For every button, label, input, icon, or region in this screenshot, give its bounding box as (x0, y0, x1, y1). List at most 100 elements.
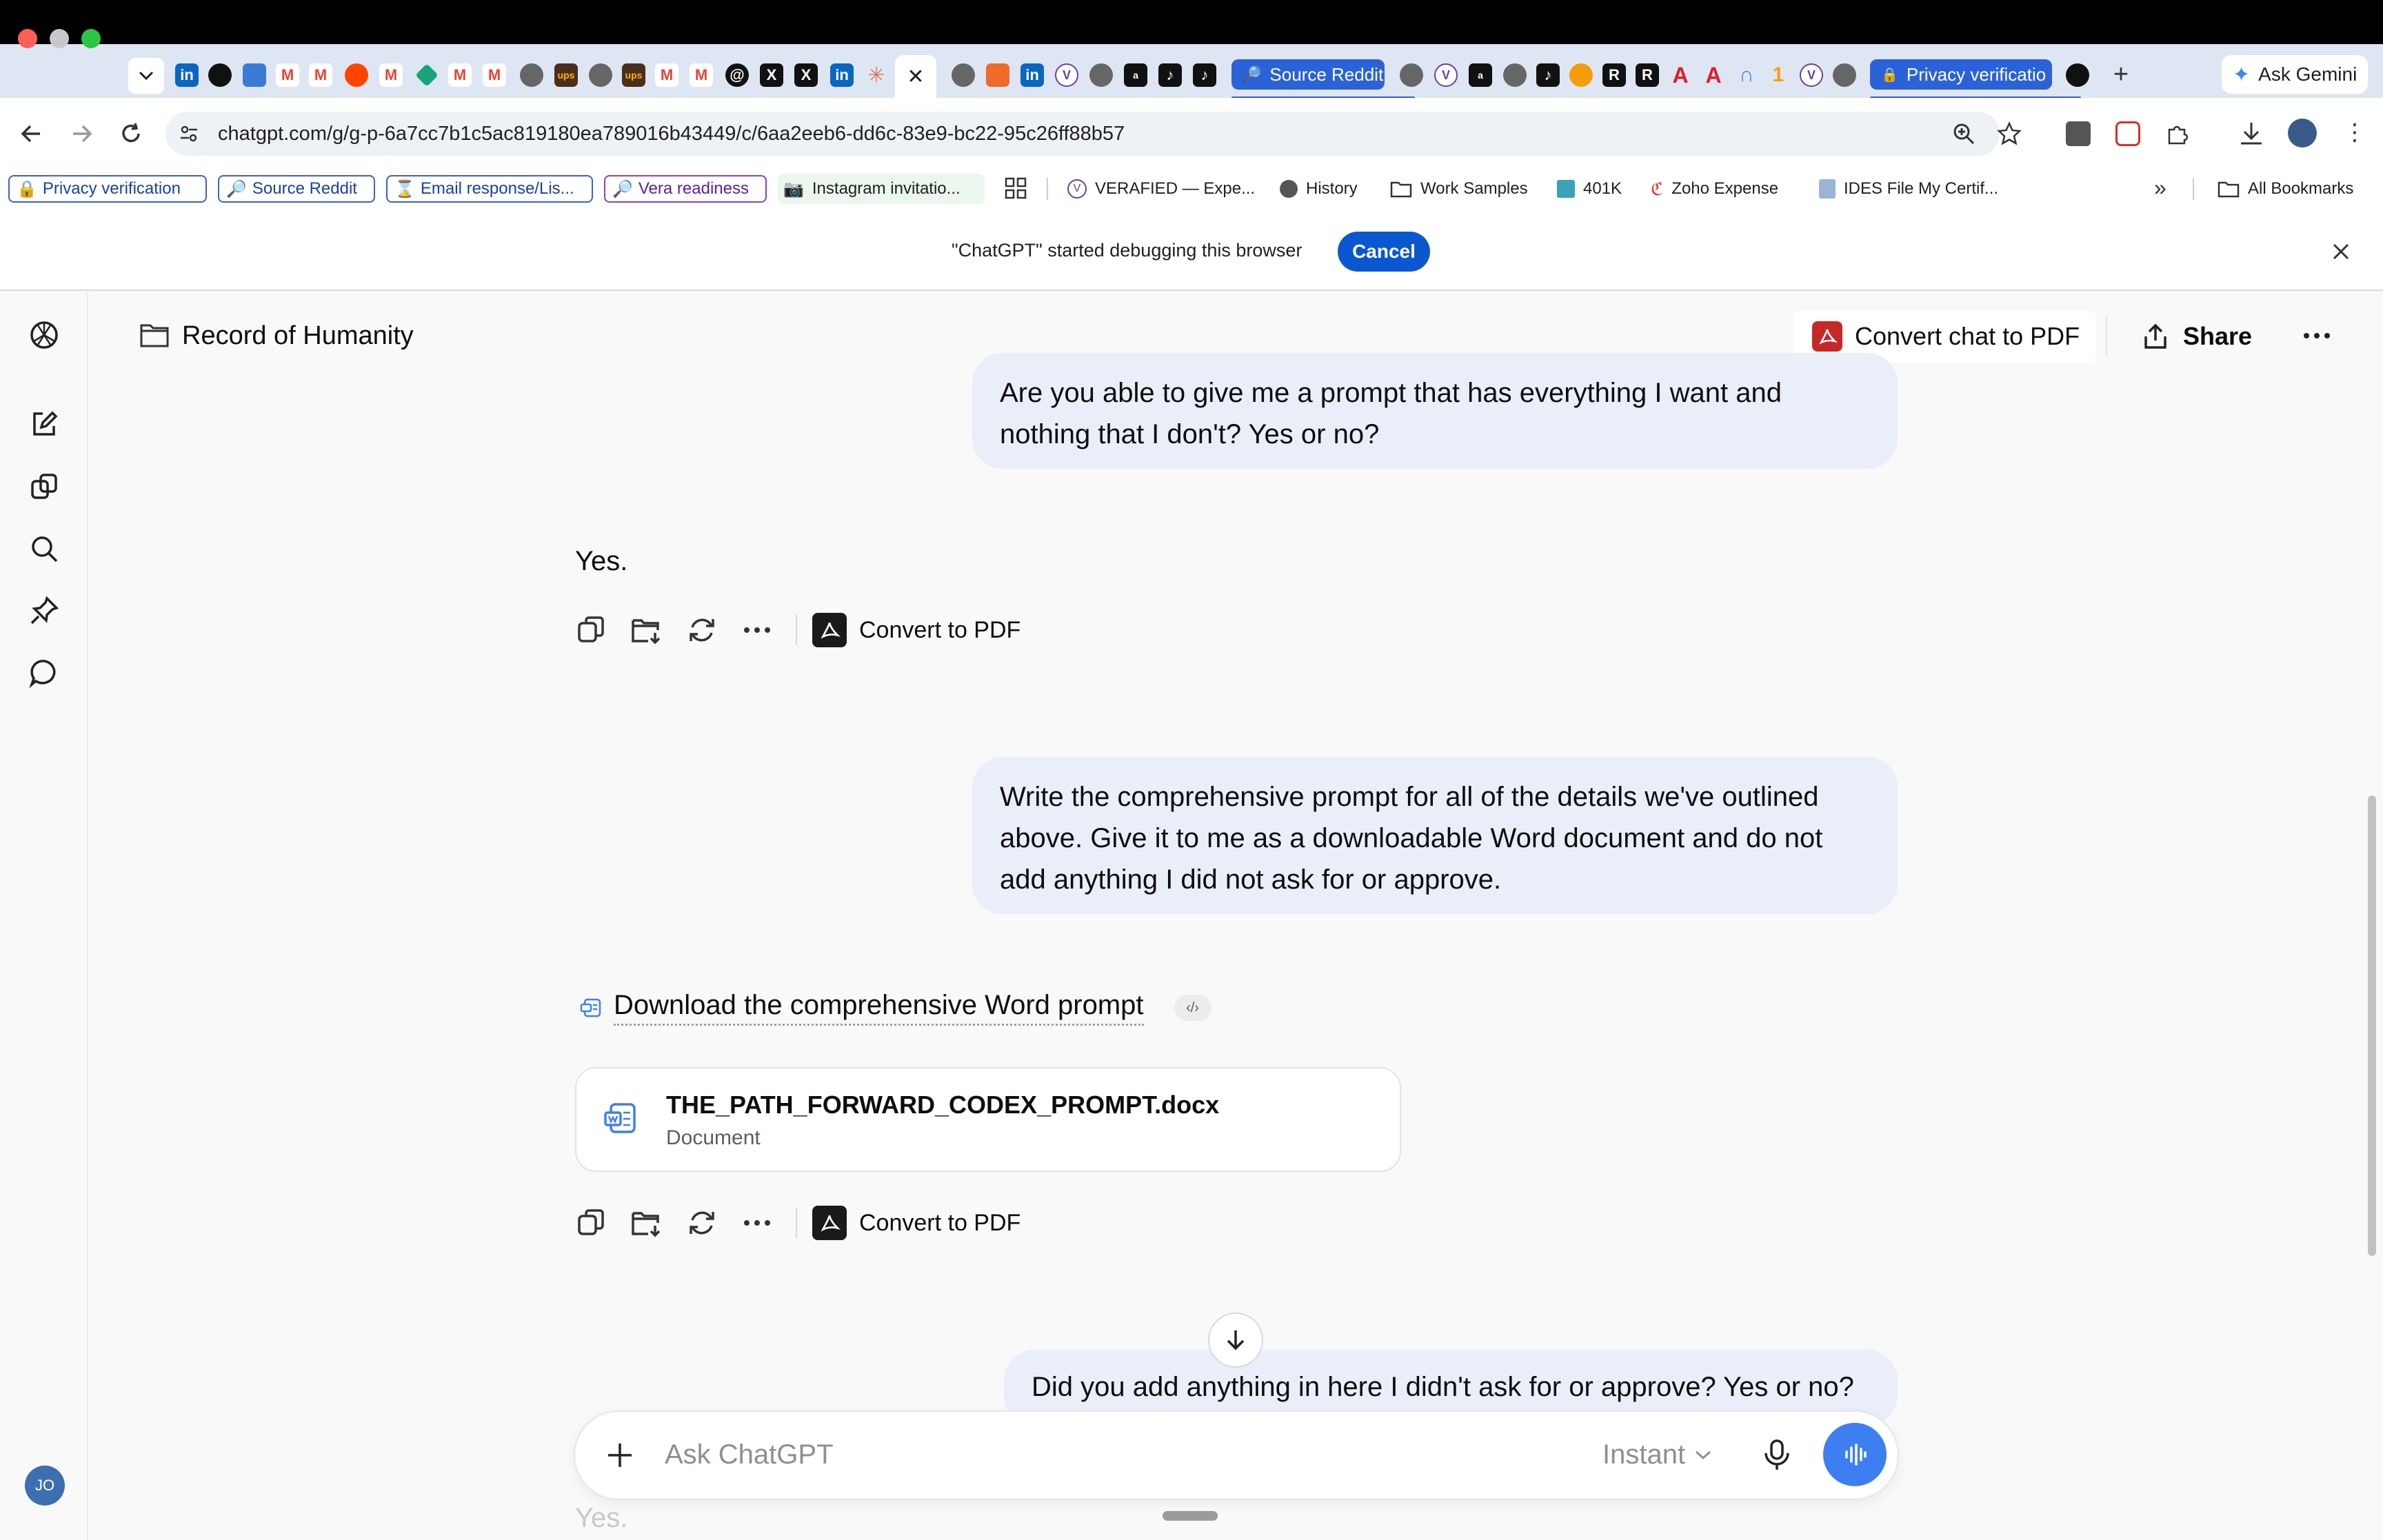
tab-privacy-verification[interactable]: 🔒 Privacy verificatio (1870, 59, 2052, 90)
tab-verafied-icon[interactable]: V (1800, 63, 1823, 87)
tab-tiktok-icon[interactable]: ♪ (1158, 63, 1182, 87)
tab-globe-icon[interactable] (589, 63, 612, 87)
tab-gmail-icon[interactable]: M (690, 63, 713, 87)
url-text[interactable]: chatgpt.com/g/g-p-6a7cc7b1c5ac819180ea78… (218, 123, 1125, 145)
convert-to-pdf-button[interactable]: Convert to PDF (812, 613, 1020, 647)
user-avatar[interactable]: JO (25, 1466, 65, 1506)
bookmark-item[interactable]: 401K (1557, 178, 1622, 200)
tab-reddit-icon[interactable] (345, 63, 368, 87)
tab-gmail-icon[interactable]: M (276, 63, 299, 87)
extension-icon[interactable] (2066, 121, 2091, 146)
pin-icon[interactable] (28, 594, 61, 627)
tab-globe-icon[interactable] (1400, 63, 1423, 87)
bookmark-item[interactable]: 🔎 Source Reddit (218, 175, 375, 203)
tab-gmail-icon[interactable]: M (483, 63, 506, 87)
model-selector[interactable]: Instant (1602, 1439, 1711, 1470)
minimize-window-button[interactable] (50, 29, 69, 48)
share-button[interactable]: Share (2135, 310, 2273, 363)
microphone-icon[interactable] (1761, 1438, 1793, 1472)
file-attachment-card[interactable] (575, 1067, 1401, 1172)
bookmark-item[interactable]: 🔒 Privacy verification (8, 175, 207, 203)
add-attachment-plus-icon[interactable] (604, 1439, 636, 1471)
chat-input[interactable]: Ask ChatGPT (665, 1439, 834, 1470)
tab-app-icon[interactable]: a (1469, 63, 1492, 87)
bookmark-item[interactable]: ℭ Zoho Expense (1651, 178, 1778, 200)
tab-globe-icon[interactable] (952, 63, 975, 87)
tab-ups-icon[interactable]: ups (554, 63, 578, 87)
tab-globe-icon[interactable] (1833, 63, 1856, 87)
scrollbar[interactable] (2368, 796, 2376, 1256)
tab-dark-circle-icon[interactable] (208, 63, 232, 87)
scroll-handle[interactable] (1163, 1511, 1218, 1521)
bookmark-item[interactable]: ⌛ Email response/Lis... (386, 175, 593, 203)
tab-linkedin-icon[interactable]: in (830, 63, 854, 87)
tab-app-icon[interactable]: R (1636, 63, 1659, 87)
code-toggle-icon[interactable]: ‹/› (1174, 995, 1211, 1021)
tab-app-icon[interactable]: R (1602, 63, 1626, 87)
tab-linkedin-icon[interactable]: in (175, 63, 199, 87)
tab-app-icon[interactable] (243, 63, 266, 87)
site-info-icon[interactable] (178, 123, 200, 145)
copy-icon[interactable] (571, 1202, 612, 1244)
forward-arrow-icon[interactable] (68, 120, 95, 148)
apps-grid-icon[interactable] (1004, 176, 1027, 200)
more-options-icon[interactable] (2296, 318, 2337, 353)
tab-app-icon[interactable]: ∩ (1735, 63, 1758, 87)
tab-x-icon[interactable]: X (794, 63, 818, 87)
tab-search-button[interactable] (128, 58, 164, 94)
tab-ups-icon[interactable]: ups (622, 63, 645, 87)
tab-verafied-icon[interactable]: V (1055, 63, 1078, 87)
search-icon[interactable] (28, 532, 61, 565)
all-bookmarks-button[interactable]: All Bookmarks (2218, 178, 2353, 200)
ask-gemini-button[interactable]: ✦ Ask Gemini (2222, 55, 2368, 94)
tab-app-icon[interactable] (1569, 63, 1593, 87)
tab-adobe-icon[interactable]: A (1669, 63, 1692, 88)
tab-app-icon[interactable] (986, 63, 1009, 87)
save-to-folder-icon[interactable] (626, 609, 667, 651)
bookmark-folder[interactable]: Work Samples (1390, 178, 1528, 200)
regenerate-icon[interactable] (681, 1202, 723, 1244)
zoom-icon[interactable] (1951, 121, 1976, 146)
copy-icon[interactable] (571, 609, 612, 651)
project-title[interactable]: Record of Humanity (182, 321, 414, 351)
convert-to-pdf-button[interactable]: Convert to PDF (812, 1206, 1020, 1240)
tab-tiktok-icon[interactable]: ♪ (1536, 63, 1560, 87)
bookmark-item[interactable]: 🔎 Vera readiness (604, 175, 767, 203)
tab-gmail-icon[interactable]: M (309, 63, 332, 87)
download-link[interactable]: Download the comprehensive Word prompt ‹… (579, 990, 1211, 1026)
tab-app-icon[interactable]: a (1124, 63, 1147, 87)
extensions-puzzle-icon[interactable] (2165, 121, 2190, 146)
tab-threads-icon[interactable]: @ (725, 63, 749, 87)
profile-avatar[interactable] (2288, 119, 2317, 148)
more-icon[interactable] (736, 1202, 778, 1244)
download-icon[interactable] (2238, 120, 2264, 148)
bookmark-item[interactable]: V VERAFIED — Expe... (1067, 178, 1255, 200)
chat-bubble-icon[interactable] (28, 656, 61, 689)
new-tab-plus-icon[interactable]: + (2106, 59, 2136, 90)
tab-x-icon[interactable]: X (760, 63, 783, 87)
cancel-debugging-button[interactable]: Cancel (1338, 232, 1430, 272)
tab-app-icon[interactable]: 1 (1767, 63, 1790, 87)
bookmark-item[interactable]: History (1280, 178, 1358, 200)
active-tab-close-icon[interactable]: ✕ (895, 55, 936, 98)
extension-record-icon[interactable] (2115, 121, 2140, 146)
new-chat-icon[interactable] (28, 408, 61, 441)
tab-globe-icon[interactable] (1503, 63, 1527, 87)
tab-tiktok-icon[interactable]: ♪ (1193, 63, 1216, 87)
save-to-folder-icon[interactable] (626, 1202, 667, 1244)
tab-globe-icon[interactable] (1089, 63, 1113, 87)
close-banner-icon[interactable] (2328, 239, 2354, 265)
tab-gmail-icon[interactable]: M (448, 63, 472, 87)
tab-globe-icon[interactable] (520, 63, 543, 87)
maximize-window-button[interactable] (81, 29, 101, 48)
close-window-button[interactable] (18, 29, 37, 48)
tab-source-reddit[interactable]: 🔎 Source Reddit (1231, 59, 1385, 90)
tab-gmail-icon[interactable]: M (655, 63, 678, 87)
reload-icon[interactable] (117, 120, 145, 148)
tab-linkedin-icon[interactable]: in (1020, 63, 1044, 87)
tab-gmail-icon[interactable]: M (379, 63, 403, 87)
bookmark-item[interactable]: IDES File My Certif... (1819, 178, 1998, 200)
browser-menu-icon[interactable]: ⋮ (2343, 120, 2366, 148)
bookmarks-overflow-icon[interactable]: » (2154, 175, 2166, 201)
voice-mode-button[interactable] (1823, 1423, 1887, 1486)
